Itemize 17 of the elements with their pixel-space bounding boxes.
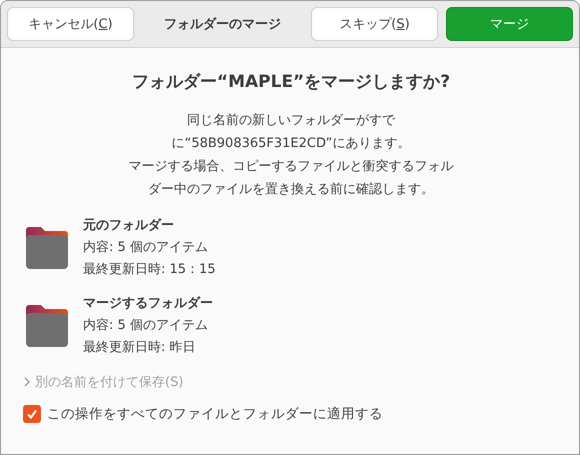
caret-icon: [23, 377, 31, 387]
dialog-message: 同じ名前の新しいフォルダーがすで に“58B908365F31E2CD”にあります。 マージする場合、コピーするファイルと衝突するフォル ダー中のファイルを置き換える前に確認します。: [128, 112, 454, 199]
dialog-heading: フォルダー“MAPLE”をマージしますか?: [130, 71, 452, 93]
folder-contents: 内容: 5 個のアイテム: [83, 317, 209, 335]
window-title: フォルダーのマージ: [163, 16, 282, 33]
folder-icon: [23, 226, 71, 270]
folder-modified: 最終更新日時: 15：15: [83, 261, 216, 279]
checkmark-icon: [26, 408, 38, 420]
folder-icon: [23, 304, 71, 348]
checkbox-label[interactable]: この操作をすべてのファイルとフォルダーに適用する: [47, 405, 383, 423]
folder-title: 元のフォルダー: [83, 217, 175, 235]
skip-button[interactable]: スキップ(S): [311, 7, 438, 41]
folder-title: マージするフォルダー: [83, 295, 213, 313]
cancel-button[interactable]: キャンセル(C): [7, 7, 134, 41]
checkbox[interactable]: [23, 405, 41, 423]
folder-modified: 最終更新日時: 昨日: [83, 339, 197, 357]
folder-contents: 内容: 5 個のアイテム: [83, 239, 209, 257]
